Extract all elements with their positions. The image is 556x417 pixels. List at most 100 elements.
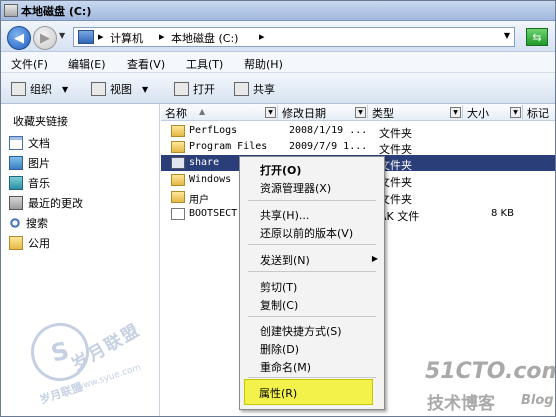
address-field[interactable]: ▸ 计算机 ▸ 本地磁盘 (C:) ▸ ▼ (73, 27, 515, 47)
blog-watermark-en: Blog (521, 393, 554, 408)
menu-edit[interactable]: 编辑(E) (68, 56, 106, 72)
column-date[interactable]: 修改日期 ▼ (278, 105, 368, 120)
forward-button[interactable]: ▶ (33, 26, 57, 50)
file-name: PerfLogs (189, 125, 238, 136)
organize-label: 组织 (30, 83, 52, 96)
nav-music[interactable]: 音乐 (9, 175, 50, 191)
menu-divider (248, 271, 376, 272)
views-label: 视图 (110, 83, 132, 96)
organize-icon (11, 82, 26, 96)
nav-label: 图片 (28, 157, 50, 170)
menu-help[interactable]: 帮助(H) (244, 56, 283, 72)
recent-pages-dropdown[interactable]: ▼ (59, 31, 65, 40)
column-label: 类型 (372, 107, 394, 120)
column-tags[interactable]: 标记 (523, 105, 555, 120)
column-name[interactable]: 名称 ▲ ▼ (161, 105, 278, 120)
menu-file[interactable]: 文件(F) (11, 56, 48, 72)
breadcrumb-separator-icon: ▸ (259, 30, 265, 43)
chevron-down-icon: ▼ (62, 84, 69, 94)
nav-recent[interactable]: 最近的更改 (9, 195, 83, 211)
nav-label: 搜索 (26, 217, 48, 230)
menu-divider (248, 316, 376, 317)
nav-label: 文档 (28, 137, 50, 150)
window-title: 本地磁盘 (C:) (21, 5, 92, 18)
views-button[interactable]: 视图 ▼ (91, 81, 148, 97)
ctx-open[interactable]: 打开(O) (260, 162, 301, 178)
nav-search[interactable]: 搜索 (9, 215, 48, 231)
blog-watermark: 技术博客 (427, 394, 495, 414)
column-filter-icon[interactable]: ▼ (265, 107, 276, 118)
file-name: 用户 (189, 195, 209, 206)
ctx-restore-versions[interactable]: 还原以前的版本(V) (260, 225, 353, 241)
column-size[interactable]: 大小 ▼ (463, 105, 523, 120)
ctx-copy[interactable]: 复制(C) (260, 297, 298, 313)
column-filter-icon[interactable]: ▼ (355, 107, 366, 118)
music-icon (9, 176, 23, 190)
favorite-links-title: 收藏夹链接 (13, 115, 68, 128)
views-icon (91, 82, 106, 96)
ctx-explorer[interactable]: 资源管理器(X) (260, 180, 331, 196)
ctx-properties-highlight[interactable]: 属性(R) (244, 379, 373, 405)
open-button[interactable]: 打开 (174, 81, 215, 97)
folder-icon (171, 191, 185, 203)
address-dropdown-icon[interactable]: ▼ (504, 31, 510, 40)
menu-divider (248, 377, 376, 378)
share-icon (234, 82, 249, 96)
nav-public[interactable]: 公用 (9, 235, 50, 251)
menu-tools[interactable]: 工具(T) (186, 56, 223, 72)
column-type[interactable]: 类型 ▼ (368, 105, 463, 120)
breadcrumb-separator-icon: ▸ (98, 30, 104, 43)
organize-button[interactable]: 组织 ▼ (11, 81, 68, 97)
documents-icon (9, 136, 23, 150)
ctx-share[interactable]: 共享(H)... (260, 207, 309, 223)
column-filter-icon[interactable]: ▼ (450, 107, 461, 118)
submenu-arrow-icon: ▶ (371, 254, 378, 263)
nav-label: 最近的更改 (28, 197, 83, 210)
back-button[interactable]: ◀ (7, 26, 31, 50)
context-menu: 打开(O) 资源管理器(X) 共享(H)... 还原以前的版本(V) 发送到(N… (239, 156, 385, 410)
column-label: 名称 (165, 107, 187, 120)
breadcrumb-separator-icon: ▸ (159, 30, 165, 43)
nav-pictures[interactable]: 图片 (9, 155, 50, 171)
breadcrumb-local-disk[interactable]: 本地磁盘 (C:) (171, 30, 238, 46)
folder-icon (9, 236, 23, 250)
pictures-icon (9, 156, 23, 170)
ctx-cut[interactable]: 剪切(T) (260, 279, 297, 295)
forward-arrow-icon: ▶ (40, 30, 50, 46)
folder-icon (171, 174, 185, 186)
file-row[interactable]: PerfLogs 2008/1/19 ... 文件夹 (161, 123, 555, 140)
sort-up-icon: ▲ (199, 107, 206, 116)
column-label: 标记 (527, 107, 549, 120)
refresh-button[interactable]: ⇆ (526, 28, 548, 46)
file-type: AK 文件 (379, 210, 420, 223)
command-toolbar: 组织 ▼ 视图 ▼ 打开 共享 (1, 73, 555, 104)
file-icon (171, 208, 185, 220)
breadcrumb-computer[interactable]: 计算机 (110, 30, 143, 46)
search-icon (9, 217, 21, 229)
file-row[interactable]: Program Files 2009/7/9 1... 文件夹 (161, 139, 555, 156)
share-button[interactable]: 共享 (234, 81, 275, 97)
nav-label: 公用 (28, 237, 50, 250)
menu-view[interactable]: 查看(V) (127, 56, 165, 72)
column-filter-icon[interactable]: ▼ (510, 107, 521, 118)
column-headers: 名称 ▲ ▼ 修改日期 ▼ 类型 ▼ 大小 ▼ 标记 (161, 104, 555, 121)
menu-bar: 文件(F) 编辑(E) 查看(V) 工具(T) 帮助(H) (1, 52, 555, 73)
folder-icon (171, 125, 185, 137)
ctx-properties[interactable]: 属性(R) (259, 385, 297, 401)
file-name: share (189, 157, 220, 168)
file-size: 8 KB (491, 208, 514, 219)
nav-label: 音乐 (28, 177, 50, 190)
column-label: 大小 (467, 107, 489, 120)
ctx-delete[interactable]: 删除(D) (260, 341, 299, 357)
open-icon (174, 82, 189, 96)
title-bar[interactable]: 本地磁盘 (C:) (1, 1, 555, 21)
open-label: 打开 (193, 83, 215, 96)
chevron-down-icon: ▼ (142, 84, 149, 94)
file-name: BOOTSECT. (189, 208, 244, 219)
ctx-create-shortcut[interactable]: 创建快捷方式(S) (260, 323, 342, 339)
nav-documents[interactable]: 文档 (9, 135, 50, 151)
computer-icon (78, 30, 94, 44)
ctx-send-to[interactable]: 发送到(N) (260, 252, 310, 268)
drive-icon (4, 4, 18, 17)
ctx-rename[interactable]: 重命名(M) (260, 359, 311, 375)
